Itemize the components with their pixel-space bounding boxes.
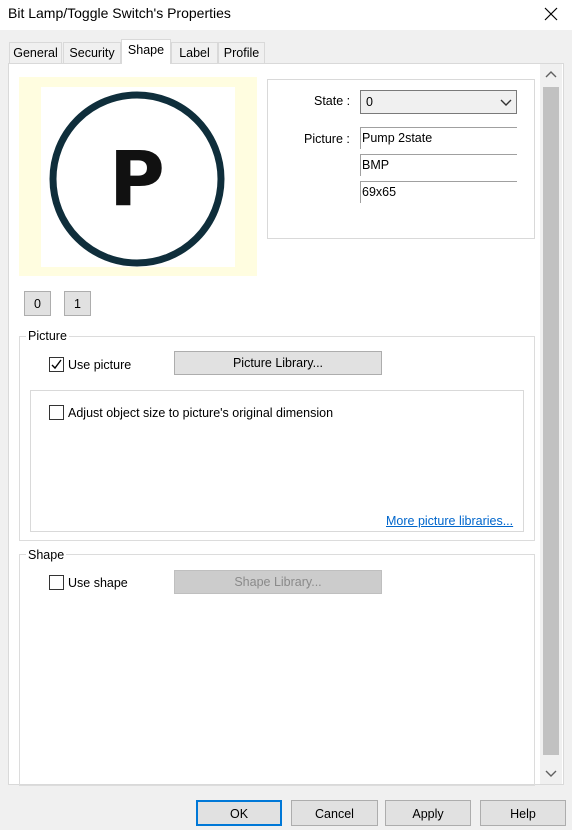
shape-group-title: Shape	[26, 548, 67, 562]
ok-button[interactable]: OK	[196, 800, 282, 826]
apply-button[interactable]: Apply	[385, 800, 471, 826]
state-1-button[interactable]: 1	[64, 291, 91, 316]
tab-shape[interactable]: Shape	[121, 39, 171, 64]
state-value: 0	[366, 95, 373, 109]
tab-label-text: Label	[179, 46, 210, 60]
window-title: Bit Lamp/Toggle Switch's Properties	[8, 5, 231, 21]
state-label: State :	[314, 94, 351, 108]
picture-format-field: BMP	[360, 154, 517, 176]
scroll-down-button[interactable]	[540, 762, 562, 784]
preview-glyph: P	[109, 134, 165, 223]
tab-general[interactable]: General	[9, 42, 62, 63]
title-bar: Bit Lamp/Toggle Switch's Properties	[0, 0, 572, 30]
adjust-size-label: Adjust object size to picture's original…	[68, 406, 334, 420]
shape-library-button[interactable]: Shape Library...	[174, 570, 382, 594]
tab-label[interactable]: Label	[171, 42, 218, 63]
preview-canvas: P	[41, 87, 235, 267]
picture-label: Picture :	[304, 132, 350, 146]
checkmark-icon	[51, 359, 62, 370]
scroll-thumb[interactable]	[543, 87, 559, 755]
state-select[interactable]: 0	[360, 90, 517, 114]
state-0-button[interactable]: 0	[24, 291, 51, 316]
picture-library-button[interactable]: Picture Library...	[174, 351, 382, 375]
close-icon	[544, 7, 558, 21]
use-picture-label: Use picture	[68, 358, 132, 372]
picture-size-field: 69x65	[360, 181, 517, 203]
use-picture-checkbox[interactable]	[49, 357, 64, 372]
scroll-up-button[interactable]	[540, 64, 562, 86]
pump-symbol-icon: P	[49, 91, 225, 267]
tab-label: General	[13, 46, 58, 60]
tab-label: Shape	[127, 43, 165, 57]
bottom-edge	[0, 830, 572, 835]
adjust-size-checkbox[interactable]	[49, 405, 64, 420]
help-button[interactable]: Help	[480, 800, 566, 826]
picture-name-field: Pump 2state	[360, 127, 517, 149]
use-shape-checkbox[interactable]	[49, 575, 64, 590]
cancel-button[interactable]: Cancel	[291, 800, 378, 826]
tab-profile[interactable]: Profile	[218, 42, 265, 63]
more-picture-libraries-link[interactable]: More picture libraries...	[386, 514, 513, 528]
picture-preview: P	[19, 77, 257, 276]
tab-security[interactable]: Security	[63, 42, 121, 63]
close-button[interactable]	[538, 2, 564, 26]
picture-group-title: Picture	[26, 329, 69, 343]
chevron-down-icon	[545, 770, 557, 777]
tab-label: Profile	[223, 46, 260, 60]
chevron-up-icon	[545, 71, 557, 78]
chevron-down-icon	[500, 99, 512, 106]
use-shape-label: Use shape	[68, 576, 128, 590]
tab-label: Security	[69, 46, 115, 60]
